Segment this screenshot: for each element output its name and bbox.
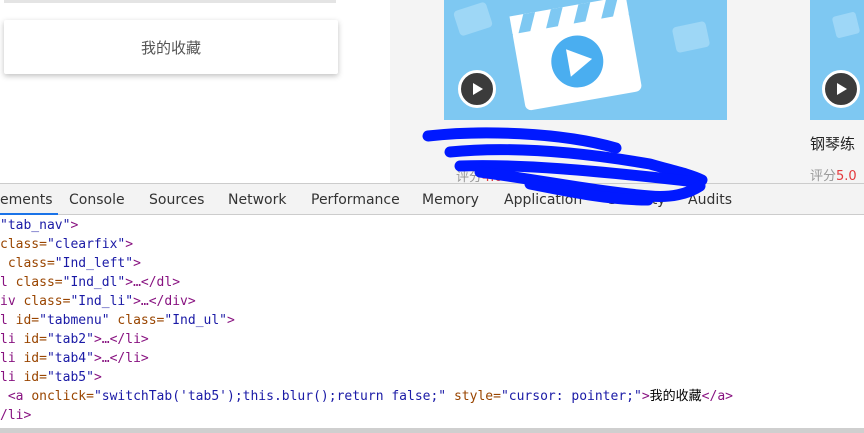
dom-node-line[interactable]: li id="tab4">…</li> [0,349,149,368]
dom-node-line[interactable]: /li> [0,406,31,425]
attr-value: "tabmenu" [39,313,110,328]
play-icon[interactable] [822,70,860,108]
attr-value: "Ind_ul" [164,313,228,328]
tag-close: >…</div> [133,294,196,309]
dom-node-line[interactable]: l id="tabmenu" class="Ind_ul"> [0,311,235,330]
my-favorites-label: 我的收藏 [140,38,201,57]
course-title[interactable]: 钢琴练 [810,133,855,154]
tag-name: li [0,351,24,366]
tag-name: li [0,332,24,347]
dom-node-line[interactable]: class="clearfix"> [0,235,133,254]
tab-sources[interactable]: Sources [149,192,204,208]
course-rating: 评分5.0 [810,165,857,183]
tag-end: /li> [0,408,32,423]
devtools-panel: ements Console Sources Network Performan… [0,183,864,433]
tag-close: > [125,237,134,252]
attr-name: id= [23,332,47,347]
tag-name: iv [0,294,24,309]
tag-end: </a> [701,389,733,404]
elements-tree: "tab_nav"> class="clearfix"> class="Ind_… [0,216,864,428]
tab-console[interactable]: Console [69,192,125,208]
attr-name: class= [0,237,47,252]
horizontal-scrollbar[interactable] [0,428,864,433]
dom-node-line[interactable]: li id="tab2">…</li> [0,330,149,349]
attr-value: "Ind_dl" [62,275,126,290]
attr-name: class= [23,294,71,309]
rating-value: 5.0 [836,169,857,183]
attr-value: "tab4" [46,351,94,366]
attr-name: class= [15,275,63,290]
attr-value: "cursor: pointer;" [500,389,642,404]
tag-name: l [0,313,16,328]
attr-name: class= [117,313,165,328]
attr-name: class= [7,256,55,271]
dom-node-line[interactable]: l class="Ind_dl">…</dl> [0,273,180,292]
attr-value: "switchTab('tab5');this.blur();return fa… [93,389,447,404]
tab-performance[interactable]: Performance [311,192,400,208]
course-thumbnail[interactable] [444,0,727,120]
tag-close: > [70,218,79,233]
tag-close: > [641,389,650,404]
my-favorites-button[interactable]: 我的收藏 [4,20,338,74]
tag-close: > [227,313,235,328]
attr-name: onclick= [31,389,94,404]
redaction-scribble [422,127,708,206]
dom-node-line[interactable]: iv class="Ind_li">…</div> [0,292,196,311]
active-tab-indicator [0,213,58,215]
attr-name: id= [15,313,40,328]
attr-value: "Ind_left" [54,256,134,271]
tag-name: <a [7,389,32,404]
tag-close: > [93,370,102,385]
course-thumbnail[interactable] [810,0,864,120]
dom-node-line[interactable]: "tab_nav"> [0,216,78,235]
attr-value: "tab_nav" [0,218,71,233]
attr-name: id= [23,351,47,366]
attr-name: style= [453,389,501,404]
attr-value: "Ind_li" [70,294,134,309]
tag-close: >…</li> [93,332,149,347]
dom-node-line[interactable]: li id="tab5"> [0,368,102,387]
attr-value: "clearfix" [46,237,126,252]
attr-value: "tab5" [46,370,94,385]
dom-node-line-selected[interactable]: <a onclick="switchTab('tab5');this.blur(… [0,387,864,406]
tag-close: > [133,256,141,271]
attr-name: id= [23,370,47,385]
dom-node-line[interactable]: class="Ind_left"> [0,254,141,273]
tag-close: >…</dl> [125,275,181,290]
left-column: 我的收藏 [0,0,390,183]
tag-name: li [0,370,24,385]
tab-network[interactable]: Network [228,192,286,208]
card-edge [4,0,336,3]
attr-value: "tab2" [46,332,94,347]
rating-label: 评分 [810,169,837,183]
tag-name: l [0,275,16,290]
tab-elements[interactable]: ements [0,192,53,208]
node-text: 我的收藏 [649,389,702,404]
tag-close: >…</li> [93,351,149,366]
play-icon[interactable] [458,70,496,108]
